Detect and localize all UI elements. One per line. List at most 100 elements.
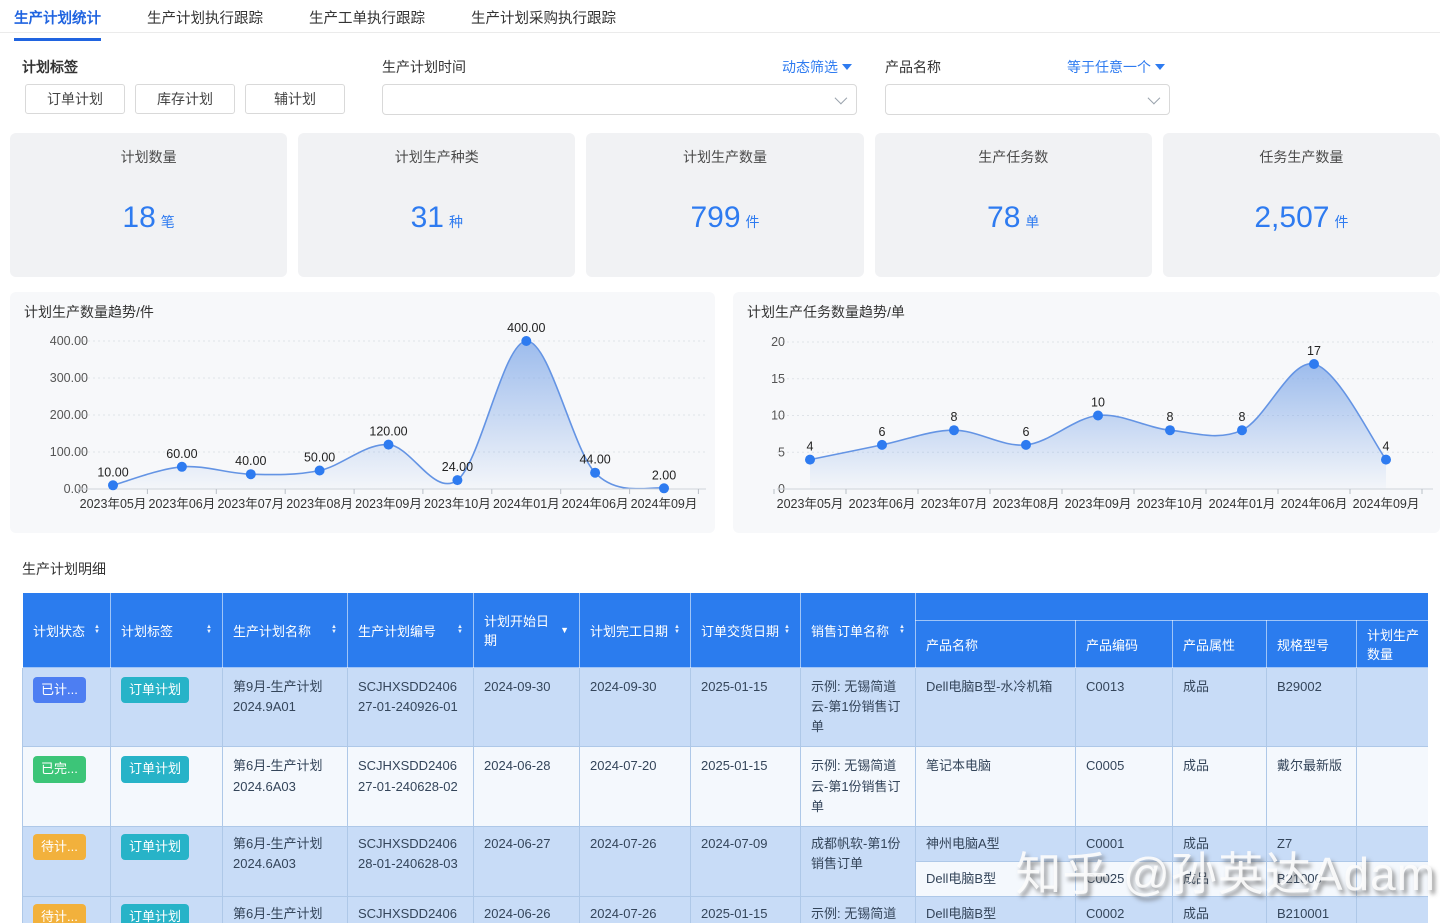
product-name-cell: Dell电脑B型-水冷机箱 [915, 666, 1076, 748]
x-tick-label: 2023年08月 [286, 497, 353, 511]
tab-workorder-execution-tracking[interactable]: 生产工单执行跟踪 [309, 0, 425, 41]
delivery-date-cell: 2025-01-15 [690, 896, 801, 923]
point-label: 10.00 [97, 465, 128, 479]
x-tick-label: 2023年10月 [1137, 497, 1204, 511]
col-header-plan-qty[interactable]: 计划生产数量 [1355, 620, 1428, 668]
col-header-product-name[interactable]: 产品名称 [915, 620, 1076, 668]
col-header-plan-name[interactable]: 生产计划名称 [222, 592, 348, 668]
status-badge: 待计... [33, 904, 86, 923]
product-name-cell: Dell电脑B型 [915, 896, 1076, 923]
table-row[interactable]: 已计... 订单计划 第9月-生产计划 2024.9A01 SCJHXSDD24… [22, 666, 1428, 748]
x-tick-label: 2024年09月 [631, 497, 698, 511]
product-name-cell: Dell电脑B型 [915, 860, 1076, 898]
col-label: 生产计划名称 [233, 623, 312, 639]
col-header-plan-code[interactable]: 生产计划编号 [347, 592, 474, 668]
sort-icon[interactable] [674, 625, 680, 635]
col-header-spec-model[interactable]: 规格型号 [1266, 620, 1357, 668]
tag-badge: 订单计划 [121, 756, 190, 783]
data-point[interactable] [1237, 425, 1247, 436]
data-point[interactable] [1381, 454, 1391, 465]
product-code-cell: C0013 [1075, 666, 1173, 748]
caret-down-icon [1155, 64, 1165, 70]
point-label: 8 [1239, 410, 1246, 424]
product-code-cell: C0002 [1075, 896, 1173, 923]
tag-button-aux-plan[interactable]: 辅计划 [245, 84, 345, 114]
table-section-title: 生产计划明细 [22, 561, 106, 577]
sort-icon[interactable] [331, 625, 337, 635]
data-point[interactable] [1165, 425, 1175, 436]
data-point[interactable] [108, 480, 118, 491]
plan-name-cell: 第6月-生产计划 2024.6A03 [222, 825, 348, 898]
table-row[interactable]: 待计... 订单计划 第6月-生产计划 2024.6A05 SCJHXSDD24… [22, 896, 1428, 923]
tag-button-stock-plan[interactable]: 库存计划 [135, 84, 235, 114]
point-label: 10 [1091, 396, 1105, 410]
tab-production-plan-stats[interactable]: 生产计划统计 [14, 0, 101, 41]
col-header-plan-status[interactable]: 计划状态 [22, 592, 111, 668]
data-point[interactable] [590, 467, 601, 478]
product-name-cell: 神州电脑A型 [915, 825, 1076, 862]
data-point[interactable] [1021, 439, 1031, 450]
equals-any-link[interactable]: 等于任意一个 [1067, 57, 1165, 77]
col-header-product-attr[interactable]: 产品属性 [1172, 620, 1267, 668]
data-point[interactable] [521, 336, 532, 346]
col-label: 计划状态 [33, 623, 86, 639]
spec-model-cell: Z7 [1266, 825, 1357, 862]
sort-icon[interactable] [206, 625, 212, 635]
data-point[interactable] [176, 461, 187, 472]
x-tick-label: 2023年05月 [80, 497, 147, 511]
sort-icon[interactable] [457, 625, 463, 635]
kpi-card-plan-count: 计划数量 18 笔 [10, 133, 288, 277]
finish-date-cell: 2024-09-30 [579, 666, 691, 748]
point-label: 8 [1167, 410, 1174, 424]
tag-badge: 订单计划 [121, 677, 190, 704]
data-point[interactable] [452, 475, 463, 486]
data-point[interactable] [1309, 359, 1319, 369]
chart-card-plan-qty-trend: 计划生产数量趋势/件 0.00 100.00 200.00 300.00 400.00 1… [10, 292, 715, 533]
x-tick-label: 2023年07月 [217, 497, 284, 511]
sort-icon[interactable] [899, 625, 905, 635]
sort-desc-icon[interactable] [560, 625, 569, 635]
col-header-start-date[interactable]: 计划开始日期 [473, 592, 580, 668]
tab-plan-purchase-tracking[interactable]: 生产计划采购执行跟踪 [471, 0, 616, 41]
table-row[interactable]: 已完... 订单计划 第6月-生产计划 2024.6A03 SCJHXSDD24… [22, 746, 1428, 827]
plan-tag-label: 计划标签 [22, 59, 78, 75]
kpi-cards: 计划数量 18 笔 计划生产种类 31 种 计划生产数量 799 件 生产任务数 78… [10, 133, 1440, 277]
data-point[interactable] [314, 465, 325, 476]
col-header-plan-tag[interactable]: 计划标签 [110, 592, 223, 668]
y-tick-label: 200.00 [50, 408, 88, 422]
point-label: 50.00 [304, 451, 335, 465]
table-row[interactable]: 待计... 订单计划 第6月-生产计划 2024.6A03 SCJHXSDD24… [22, 825, 1428, 898]
finish-date-cell: 2024-07-26 [579, 825, 691, 898]
point-label: 6 [1023, 425, 1030, 439]
sort-icon[interactable] [94, 625, 100, 635]
y-tick-label: 400.00 [50, 334, 88, 348]
kpi-unit: 件 [745, 214, 760, 230]
col-header-delivery-date[interactable]: 订单交货日期 [690, 592, 801, 668]
status-badge: 已计... [33, 677, 86, 704]
plan-time-select[interactable] [382, 84, 857, 115]
finish-date-cell: 2024-07-26 [579, 896, 691, 923]
product-name-select[interactable] [885, 84, 1170, 115]
kpi-card-task-qty: 任务生产数量 2,507 件 [1162, 133, 1440, 277]
data-point[interactable] [245, 469, 256, 480]
col-header-product-code[interactable]: 产品编码 [1075, 620, 1173, 668]
tag-button-order-plan[interactable]: 订单计划 [25, 84, 125, 114]
plan-qty-cell [1355, 860, 1428, 898]
product-attr-cell: 成品 [1172, 746, 1267, 827]
data-point[interactable] [949, 425, 959, 436]
data-point[interactable] [659, 483, 669, 494]
data-point[interactable] [805, 454, 815, 465]
data-point[interactable] [383, 439, 394, 450]
tab-plan-execution-tracking[interactable]: 生产计划执行跟踪 [147, 0, 263, 41]
col-header-sales-order[interactable]: 销售订单名称 [800, 592, 916, 668]
data-point[interactable] [877, 439, 887, 450]
col-header-finish-date[interactable]: 计划完工日期 [579, 592, 691, 668]
point-label: 6 [879, 425, 886, 439]
x-tick-label: 2023年10月 [424, 497, 491, 511]
dynamic-filter-text: 动态筛选 [782, 59, 838, 75]
delivery-date-cell: 2025-01-15 [690, 666, 801, 748]
sort-icon[interactable] [784, 625, 790, 635]
plan-qty-cell [1355, 746, 1428, 827]
data-point[interactable] [1093, 410, 1103, 421]
dynamic-filter-link[interactable]: 动态筛选 [782, 57, 852, 77]
